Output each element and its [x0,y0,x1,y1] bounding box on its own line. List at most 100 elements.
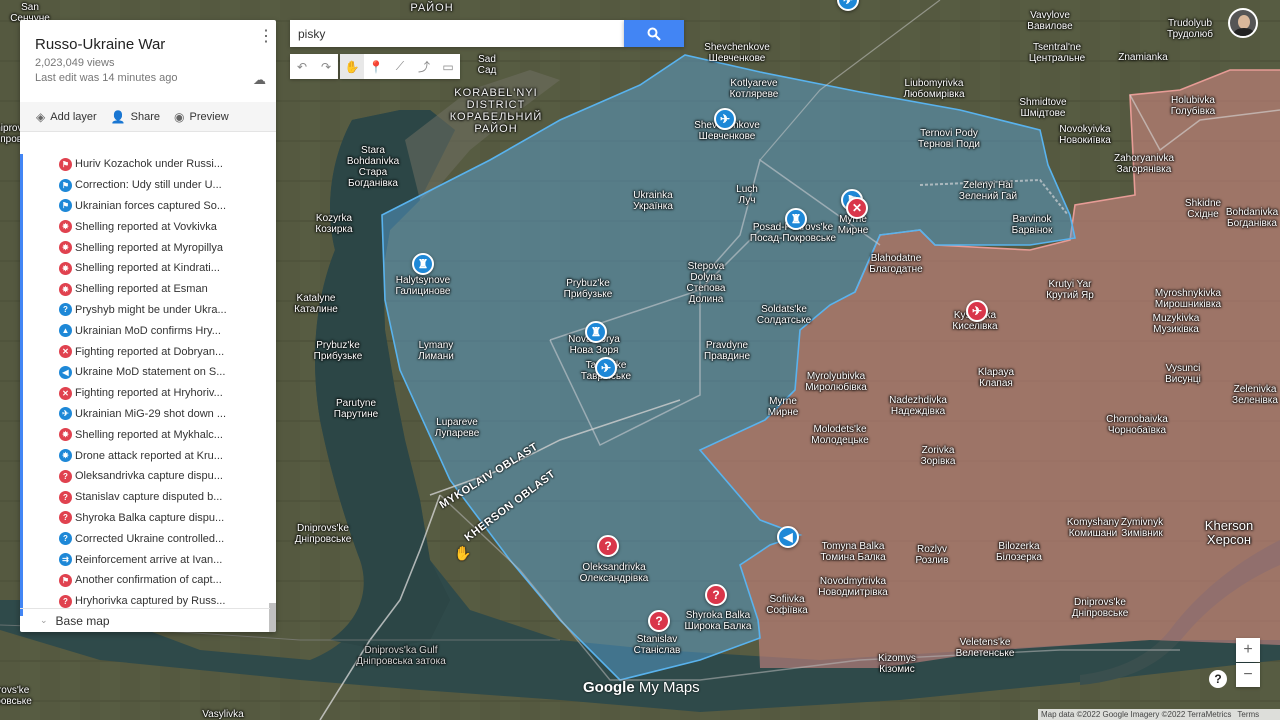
place-label: Luch Луч [736,184,758,206]
place-label: Prybuz'ke Прибузьке [563,278,613,300]
place-label: Bilozerka Білозерка [996,541,1042,563]
list-item[interactable]: ▲ Ukrainian MoD confirms Hry... [23,320,270,341]
base-map-section[interactable]: ⌄ Base map [20,608,270,632]
ruler-icon[interactable]: ▭ [436,54,460,79]
list-item[interactable]: ? Shyroka Balka capture dispu... [23,508,270,529]
zoom-in-button[interactable]: + [1236,638,1260,662]
list-item[interactable]: ◀ Ukraine MoD statement on S... [23,362,270,383]
place-label: Pravdyne Правдине [703,340,751,362]
search-button[interactable] [624,20,684,47]
list-item[interactable]: ⚑ Huriv Kozachok under Russi... [23,154,270,175]
list-item[interactable]: ✸ Shelling reported at Vovkivka [23,216,270,237]
hand-tool-icon[interactable]: ✋ [340,54,364,79]
marker-advance-icon[interactable]: ✈ [966,300,988,322]
place-label: Kherson Херсон [1204,518,1254,547]
terms-link[interactable]: Terms [1237,710,1259,719]
list-item[interactable]: ✈ Ukrainian MiG-29 shot down ... [23,404,270,425]
marker-icon: ? [59,532,72,546]
list-item-label: Shelling reported at Vovkivka [75,220,217,233]
marker-fort-icon[interactable]: ♜ [785,208,807,230]
marker-fort-icon[interactable]: ♜ [412,253,434,275]
list-item[interactable]: ✸ Shelling reported at Esman [23,279,270,300]
layers-icon: ◈ [36,109,46,124]
list-item[interactable]: ? Corrected Ukraine controlled... [23,528,270,549]
preview-button[interactable]: ◉ Preview [174,110,229,124]
list-item-label: Drone attack reported at Kru... [75,449,223,462]
marker-fighting-icon[interactable]: ✕ [846,197,868,219]
place-label: Dniprovs'ke Дніпровське [1071,597,1129,619]
place-label: Holubivka Голубівка [1170,95,1216,117]
marker-icon: ⚑ [59,573,72,587]
add-layer-button[interactable]: ◈ Add layer [36,110,97,124]
panel-scrollbar[interactable] [269,603,276,632]
place-label: Prybuz'ke Прибузьке [313,340,363,362]
list-item[interactable]: ? Oleksandrivka capture dispu... [23,466,270,487]
list-item[interactable]: ? Pryshyb might be under Ukra... [23,300,270,321]
list-item-label: Shyroka Balka capture dispu... [75,511,225,524]
marker-disputed-icon[interactable]: ? [705,584,727,606]
add-marker-icon[interactable]: 📍 [364,54,388,79]
zoom-out-button[interactable]: − [1236,663,1260,687]
place-label: Molodets'ke Молодецьке [811,424,869,446]
place-label: Zorivka Зорівка [920,445,956,467]
list-item[interactable]: ⚑ Another confirmation of capt... [23,570,270,591]
avatar[interactable] [1228,8,1258,38]
place-label: Stara Bohdanivka Стара Богданівка [346,145,400,189]
list-item[interactable]: ✕ Fighting reported at Hryhoriv... [23,383,270,404]
list-item[interactable]: ✸ Shelling reported at Myropillya [23,237,270,258]
place-label: Soldats'ke Солдатське [756,304,812,326]
share-button[interactable]: 👤 Share [111,110,160,124]
list-item[interactable]: ✸ Shelling reported at Kindrati... [23,258,270,279]
search-input[interactable] [290,20,624,47]
list-item[interactable]: ⚑ Ukrainian forces captured So... [23,196,270,217]
list-item[interactable]: ⚑ Correction: Udy still under U... [23,175,270,196]
place-label: РАЙОН [410,2,454,14]
undo-icon[interactable]: ↶ [290,54,314,79]
marker-fort-icon[interactable]: ♜ [585,321,607,343]
place-label: Oleksandrivka Олександрівка [579,562,649,584]
more-options-icon[interactable]: ⋮ [258,29,274,45]
marker-icon: ✈ [59,407,72,421]
list-item[interactable]: ✸ Drone attack reported at Kru... [23,445,270,466]
list-item-label: Shelling reported at Myropillya [75,241,223,254]
marker-advance-icon[interactable]: ✈ [714,108,736,130]
list-item[interactable]: ✕ Fighting reported at Dobryan... [23,341,270,362]
place-label: Vasylivka [202,709,244,720]
place-label: Dniprovs'ka Gulf Дніпровська затока [356,645,446,667]
place-label: Novokyivka Новокиївка [1059,124,1111,146]
redo-icon[interactable]: ↷ [314,54,338,79]
base-map-label: Base map [55,613,110,628]
place-label: Stepova Dolyna Степова Долина [686,261,726,305]
marker-icon: ✕ [59,345,72,359]
marker-statement-icon[interactable]: ◀ [777,526,799,548]
place-label: Liubomyrivka Любомирівка [903,78,965,100]
place-label: Bohdanivka Богданівка [1225,207,1279,229]
marker-disputed-icon[interactable]: ? [597,535,619,557]
directions-icon[interactable]: ⤴ [412,54,436,79]
marker-advance-icon[interactable]: ✈ [595,357,617,379]
marker-icon: ▲ [59,324,72,338]
place-label: Kozyrka Козирка [315,213,353,235]
marker-disputed-icon[interactable]: ? [648,610,670,632]
place-label: Krutyi Yar Крутий Яр [1046,279,1094,301]
marker-icon: ? [59,490,72,504]
eye-icon: ◉ [174,109,185,124]
place-label: Pokrovs'ke Покровське [0,685,32,707]
list-item[interactable]: ⇉ Reinforcement arrive at Ivan... [23,549,270,570]
list-item[interactable]: ✸ Shelling reported at Mykhalc... [23,424,270,445]
draw-line-icon[interactable]: ⟋ [388,54,412,79]
map-title[interactable]: Russo-Ukraine War [35,36,262,53]
list-item-label: Ukrainian MoD confirms Hry... [75,324,221,337]
panel-header: Russo-Ukraine War 2,023,049 views Last e… [20,20,276,102]
place-label: Kotlyareve Котляреве [729,78,779,100]
place-label: Vysunci Висунці [1165,363,1201,385]
marker-icon: ? [59,511,72,525]
help-icon[interactable]: ? [1209,670,1227,688]
place-label: Zahoryanivka Загорянівка [1113,153,1175,175]
place-label: Halytsynove Галицинове [395,275,451,297]
place-label: KORABEL'NYI DISTRICT КОРАБЕЛЬНИЙ РАЙОН [449,87,543,135]
list-item[interactable]: ? Stanislav capture disputed b... [23,487,270,508]
place-label: Zelenyi Hai Зелений Гай [958,180,1018,202]
attribution-text: Map data ©2022 Google Imagery ©2022 Terr… [1041,710,1232,719]
place-label: Muzykivka Музиківка [1152,313,1200,335]
